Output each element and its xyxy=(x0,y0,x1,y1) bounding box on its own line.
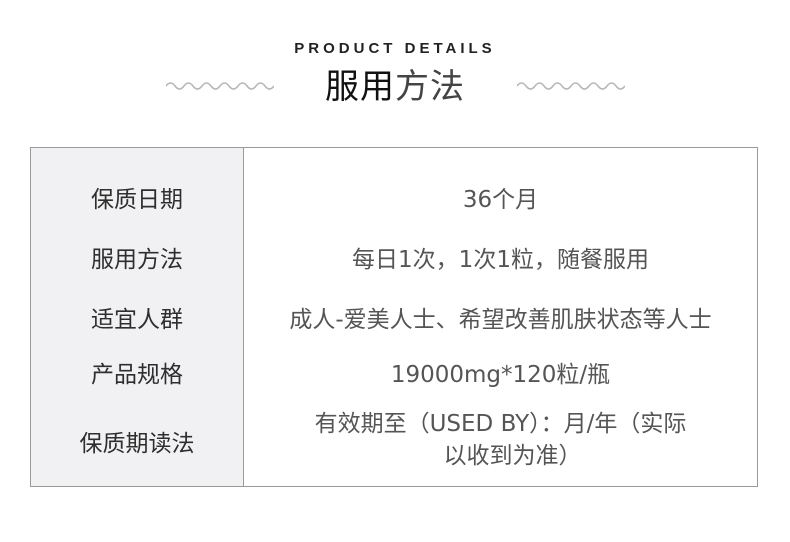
header-title-row: 服用方法 xyxy=(0,64,790,114)
row-label-usage: 服用方法 xyxy=(91,247,183,273)
row-value-shelf-life: 36个月 xyxy=(462,187,539,213)
page-title-strong: 服用 xyxy=(325,67,395,107)
page-title: 服用方法 xyxy=(0,64,790,110)
wave-divider-right-icon xyxy=(517,82,625,90)
value-column: 36个月 每日1次，1次1粒，随餐服用 成人-爱美人士、希望改善肌肤状态等人士 … xyxy=(244,148,757,486)
row-value-expiry-line1: 有效期至（USED BY）：月/年（实际 xyxy=(314,411,687,437)
row-value-usage: 每日1次，1次1粒，随餐服用 xyxy=(352,247,649,273)
page-title-light: 方法 xyxy=(395,67,465,107)
row-value-audience: 成人-爱美人士、希望改善肌肤状态等人士 xyxy=(289,307,712,333)
product-details-table: 保质日期 服用方法 适宜人群 产品规格 保质期读法 36个月 每日1次，1次1粒… xyxy=(30,147,758,487)
row-label-audience: 适宜人群 xyxy=(91,307,183,333)
label-column: 保质日期 服用方法 适宜人群 产品规格 保质期读法 xyxy=(31,148,244,486)
row-label-spec: 产品规格 xyxy=(91,362,183,388)
row-value-expiry-reading: 有效期至（USED BY）：月/年（实际 以收到为准） xyxy=(244,408,757,472)
header-eyebrow: PRODUCT DETAILS xyxy=(294,40,496,57)
row-value-expiry-line2: 以收到为准） xyxy=(443,443,582,469)
row-label-expiry-reading: 保质期读法 xyxy=(79,431,195,457)
row-label-shelf-life: 保质日期 xyxy=(91,187,183,213)
row-value-spec: 19000mg*120粒/瓶 xyxy=(390,362,611,388)
